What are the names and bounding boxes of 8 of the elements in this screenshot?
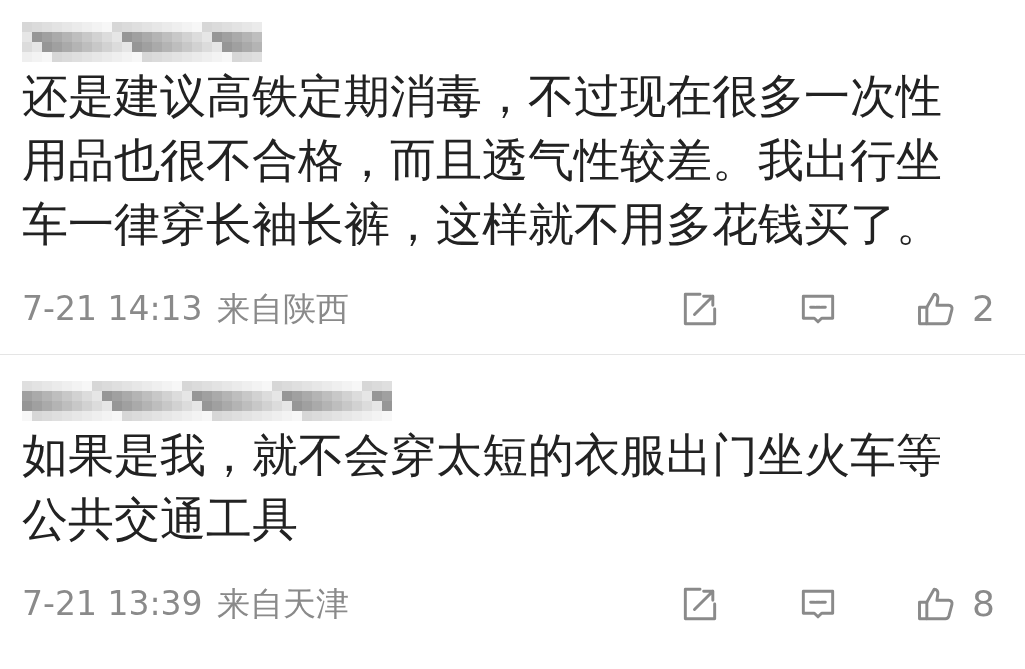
like-count: 8 bbox=[972, 582, 995, 626]
comment-time: 7-21 14:13 bbox=[22, 288, 203, 331]
like-count: 2 bbox=[972, 287, 995, 331]
comment-text: 还是建议高铁定期消毒，不过现在很多一次性用品也很不合格，而且透气性较差。我出行坐车一律穿长袖长裤，这样就不用多花钱买了。 bbox=[22, 68, 943, 253]
comment-text: 如果是我，就不会穿太短的衣服出门坐火车等公共交通工具 bbox=[22, 427, 943, 548]
comment-location: 来自陕西 bbox=[216, 288, 349, 331]
comment-location: 来自天津 bbox=[216, 583, 349, 626]
comment-time: 7-21 13:39 bbox=[22, 583, 203, 626]
